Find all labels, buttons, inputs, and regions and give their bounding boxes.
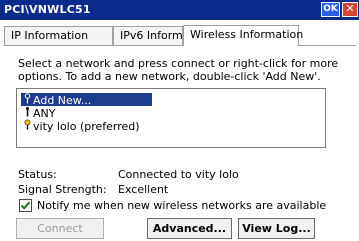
list-item-vity-lolo[interactable]: vity lolo (preferred)	[21, 119, 140, 133]
notify-label: Notify me when new wireless networks are…	[37, 199, 327, 212]
window-title: PCI\VNWLC51	[4, 3, 91, 16]
connect-button[interactable]: Connect	[16, 218, 104, 239]
wireless-connected-icon	[21, 119, 33, 133]
tab-wireless-information[interactable]: Wireless Information	[183, 25, 303, 46]
close-button[interactable]: ✕	[342, 2, 358, 17]
network-list[interactable]: Add New... ANY vity lolo (preferred)	[16, 88, 326, 148]
ok-button[interactable]: OK	[321, 2, 340, 17]
view-log-button[interactable]: View Log...	[238, 218, 315, 239]
status-value: Connected to vity lolo	[118, 168, 239, 181]
checkmark-icon	[20, 201, 31, 210]
signal-strength-value: Excellent	[118, 183, 169, 196]
list-item-label: vity lolo (preferred)	[33, 120, 140, 133]
list-item-any[interactable]: ANY	[21, 106, 55, 120]
tab-strip: IP Information IPv6 Information Wireless…	[0, 25, 359, 46]
title-bar: PCI\VNWLC51 OK ✕	[0, 0, 359, 20]
status-label: Status:	[18, 168, 57, 181]
instructions-text: Select a network and press connect or ri…	[18, 57, 339, 83]
notify-checkbox[interactable]	[19, 199, 32, 212]
list-item-add-new[interactable]: Add New...	[21, 93, 152, 107]
antenna-icon	[21, 106, 33, 120]
tab-ip-information[interactable]: IP Information	[4, 26, 113, 45]
signal-strength-label: Signal Strength:	[18, 183, 107, 196]
add-network-icon	[21, 93, 33, 107]
advanced-button[interactable]: Advanced...	[147, 218, 232, 239]
tab-ipv6-information[interactable]: IPv6 Information	[113, 26, 211, 45]
